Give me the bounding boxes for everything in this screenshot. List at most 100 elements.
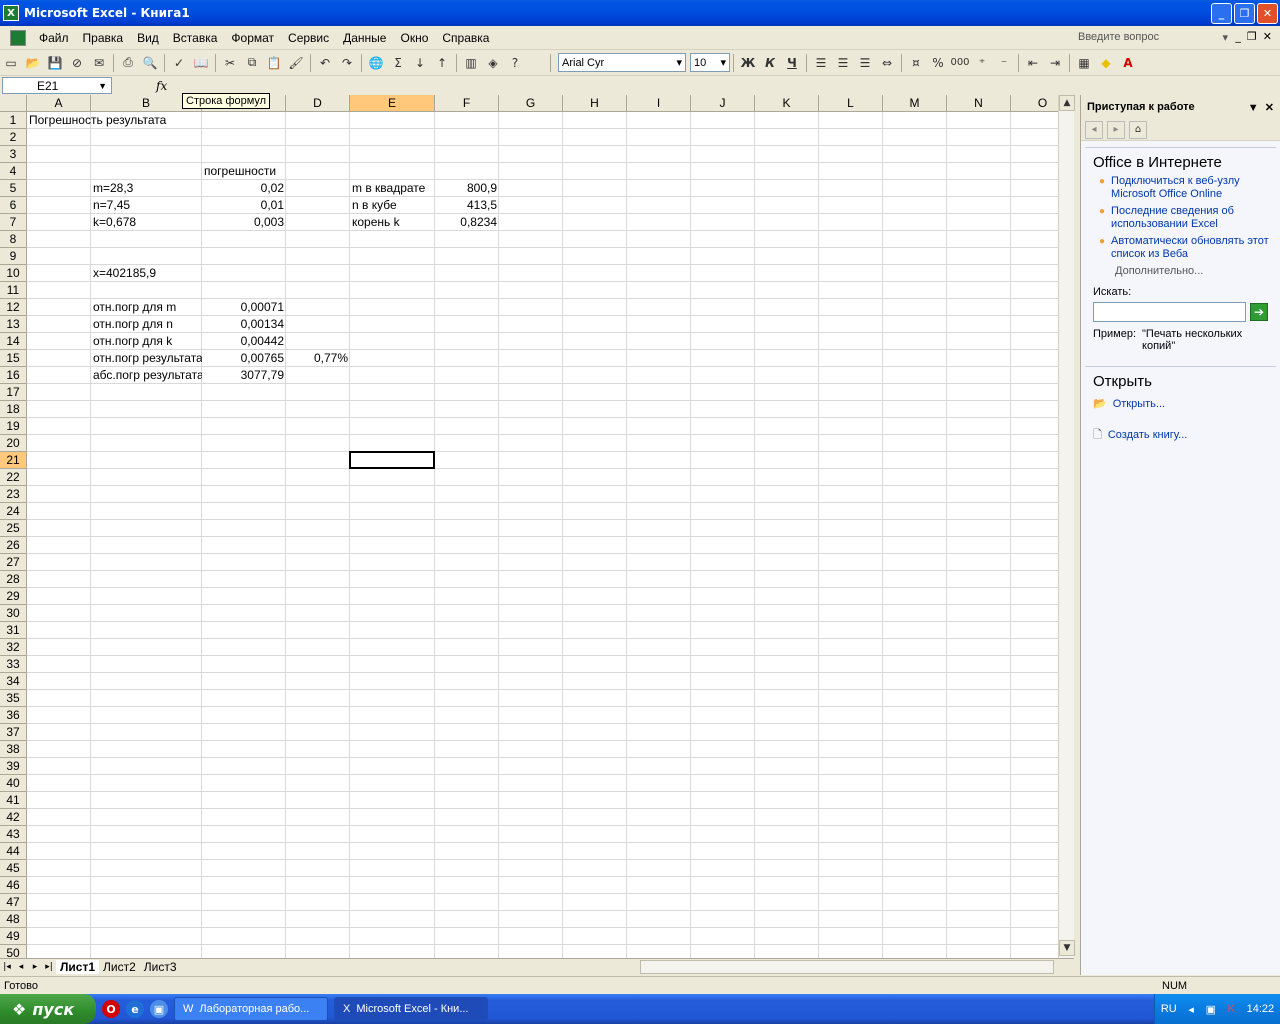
language-indicator[interactable]: RU — [1161, 1003, 1177, 1015]
active-cell-cursor[interactable] — [349, 451, 435, 469]
row-header-1[interactable]: 1 — [0, 112, 27, 129]
cell-C14[interactable]: 0,00442 — [202, 333, 286, 350]
vertical-scrollbar[interactable]: ▲ ▼ — [1058, 95, 1075, 958]
row-header-41[interactable]: 41 — [0, 792, 27, 809]
menu-data[interactable]: Данные — [336, 29, 393, 47]
row-header-50[interactable]: 50 — [0, 945, 27, 958]
row-header-5[interactable]: 5 — [0, 180, 27, 197]
sort-asc-icon[interactable]: ↓ — [409, 52, 431, 74]
chevron-down-icon[interactable]: ▼ — [1248, 102, 1259, 114]
row-header-8[interactable]: 8 — [0, 231, 27, 248]
column-header-K[interactable]: K — [755, 95, 819, 112]
italic-button[interactable]: К — [759, 52, 781, 74]
new-icon[interactable]: ▭ — [0, 52, 22, 74]
format-painter-icon[interactable]: 🖌 — [285, 52, 307, 74]
menu-file[interactable]: Файл — [32, 29, 76, 47]
antivirus-icon[interactable]: K — [1228, 1003, 1235, 1015]
taskbar-item-excel[interactable]: X Microsoft Excel - Кни... — [334, 997, 488, 1021]
increase-indent-icon[interactable]: ⇥ — [1044, 52, 1066, 74]
merge-center-icon[interactable]: ⇔ — [876, 52, 898, 74]
row-header-15[interactable]: 15 — [0, 350, 27, 367]
row-header-34[interactable]: 34 — [0, 673, 27, 690]
new-workbook-link[interactable]: 🗋 Создать книгу... — [1081, 411, 1280, 442]
align-right-icon[interactable]: ☰ — [854, 52, 876, 74]
cell-C7[interactable]: 0,003 — [202, 214, 286, 231]
row-header-42[interactable]: 42 — [0, 809, 27, 826]
cell-C15[interactable]: 0,00765 — [202, 350, 286, 367]
cell-A1[interactable]: Погрешность результата — [27, 112, 327, 129]
close-button[interactable]: ✕ — [1257, 3, 1278, 24]
next-sheet-icon[interactable]: ▸ — [28, 962, 42, 972]
link-auto-update[interactable]: ● Автоматически обновлять этот список из … — [1081, 231, 1280, 261]
decrease-decimal-icon[interactable]: ⁻ — [993, 52, 1015, 74]
undo-icon[interactable]: ↶ — [314, 52, 336, 74]
sort-desc-icon[interactable]: ↑ — [431, 52, 453, 74]
cut-icon[interactable]: ✂ — [219, 52, 241, 74]
row-header-19[interactable]: 19 — [0, 418, 27, 435]
decrease-indent-icon[interactable]: ⇤ — [1022, 52, 1044, 74]
search-go-icon[interactable]: ➔ — [1250, 303, 1268, 321]
menu-edit[interactable]: Правка — [76, 29, 131, 47]
row-header-13[interactable]: 13 — [0, 316, 27, 333]
cell-B5[interactable]: m=28,3 — [91, 180, 202, 197]
open-icon[interactable]: 📂 — [22, 52, 44, 74]
desktop-icon[interactable]: ▣ — [150, 1000, 168, 1018]
row-header-2[interactable]: 2 — [0, 129, 27, 146]
save-icon[interactable]: 💾 — [44, 52, 66, 74]
row-header-27[interactable]: 27 — [0, 554, 27, 571]
row-header-29[interactable]: 29 — [0, 588, 27, 605]
cell-C16[interactable]: 3077,79 — [202, 367, 286, 384]
row-header-6[interactable]: 6 — [0, 197, 27, 214]
row-header-38[interactable]: 38 — [0, 741, 27, 758]
row-header-12[interactable]: 12 — [0, 299, 27, 316]
thousands-button[interactable]: 000 — [949, 52, 971, 74]
doc-restore-button[interactable]: ❐ — [1247, 30, 1257, 43]
cell-B16[interactable]: абс.погр результата — [91, 367, 202, 384]
row-header-30[interactable]: 30 — [0, 605, 27, 622]
drawing-icon[interactable]: ◈ — [482, 52, 504, 74]
help-icon[interactable]: ? — [504, 52, 526, 74]
cell-F5[interactable]: 800,9 — [435, 180, 499, 197]
row-header-45[interactable]: 45 — [0, 860, 27, 877]
bold-button[interactable]: Ж — [737, 52, 759, 74]
print-preview-icon[interactable]: 🔍 — [139, 52, 161, 74]
row-header-47[interactable]: 47 — [0, 894, 27, 911]
row-header-31[interactable]: 31 — [0, 622, 27, 639]
row-header-40[interactable]: 40 — [0, 775, 27, 792]
row-header-18[interactable]: 18 — [0, 401, 27, 418]
menu-format[interactable]: Формат — [224, 29, 281, 47]
column-header-O[interactable]: O — [1011, 95, 1058, 112]
row-header-11[interactable]: 11 — [0, 282, 27, 299]
autosum-icon[interactable]: Σ — [387, 52, 409, 74]
open-link[interactable]: 📂 Открыть... — [1081, 390, 1280, 411]
cell-F6[interactable]: 413,5 — [435, 197, 499, 214]
row-header-36[interactable]: 36 — [0, 707, 27, 724]
row-header-46[interactable]: 46 — [0, 877, 27, 894]
cell-B15[interactable]: отн.погр результата — [91, 350, 202, 367]
row-header-7[interactable]: 7 — [0, 214, 27, 231]
cell-B10[interactable]: x=402185,9 — [91, 265, 202, 282]
menu-tools[interactable]: Сервис — [281, 29, 336, 47]
row-header-32[interactable]: 32 — [0, 639, 27, 656]
doc-minimize-button[interactable]: _ — [1235, 30, 1241, 43]
row-header-22[interactable]: 22 — [0, 469, 27, 486]
increase-decimal-icon[interactable]: ⁺ — [971, 52, 993, 74]
excel-app-icon[interactable]: X — [3, 5, 19, 21]
home-icon[interactable]: ⌂ — [1129, 120, 1147, 139]
row-header-23[interactable]: 23 — [0, 486, 27, 503]
cell-D15[interactable]: 0,77% — [286, 350, 350, 367]
first-sheet-icon[interactable]: |◂ — [0, 962, 14, 972]
font-size-select[interactable]: 10 ▾ — [690, 53, 730, 72]
row-header-48[interactable]: 48 — [0, 911, 27, 928]
cell-B13[interactable]: отн.погр для n — [91, 316, 202, 333]
cell-F7[interactable]: 0,8234 — [435, 214, 499, 231]
spelling-icon[interactable]: ✓ — [168, 52, 190, 74]
spreadsheet-grid[interactable]: ABCDEFGHIJKLMNO1234567891011121314151617… — [0, 95, 1058, 958]
scroll-down-icon[interactable]: ▼ — [1059, 940, 1075, 956]
menu-insert[interactable]: Вставка — [166, 29, 225, 47]
horizontal-scrollbar[interactable] — [640, 960, 1054, 974]
column-header-D[interactable]: D — [286, 95, 350, 112]
row-header-28[interactable]: 28 — [0, 571, 27, 588]
column-header-J[interactable]: J — [691, 95, 755, 112]
row-header-44[interactable]: 44 — [0, 843, 27, 860]
